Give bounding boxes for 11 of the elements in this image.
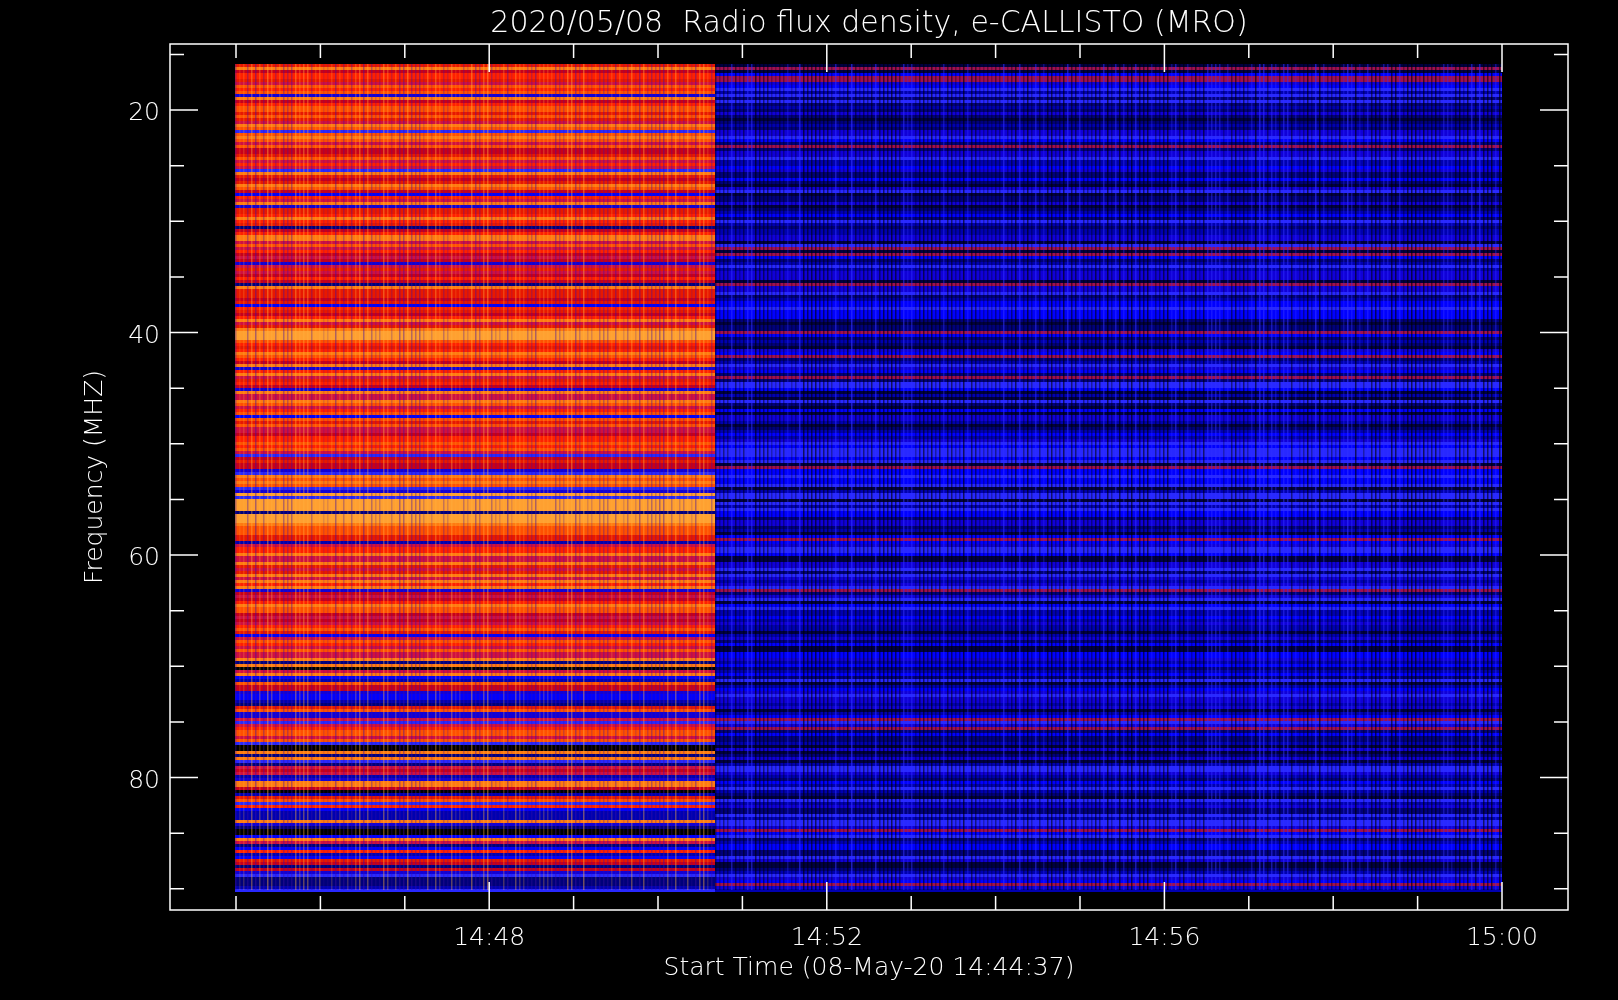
tick-label: 14:52 [790, 922, 863, 951]
chart-title: 2020/05/08 Radio flux density, e-CALLISTO (MRO) [490, 4, 1248, 39]
tick-label: 40 [128, 319, 160, 349]
tick-label: 14:48 [453, 922, 526, 951]
axis-title: Frequency (MHZ) [79, 369, 108, 585]
tick-label: 15:00 [1466, 922, 1538, 951]
tick-label: 20 [128, 97, 160, 126]
axis-title: Start Time (08-May-20 14:44:37) [663, 952, 1075, 981]
tick-label: 80 [128, 764, 160, 794]
tick-label: 14:56 [1128, 922, 1201, 951]
tick-label: 60 [128, 542, 160, 571]
